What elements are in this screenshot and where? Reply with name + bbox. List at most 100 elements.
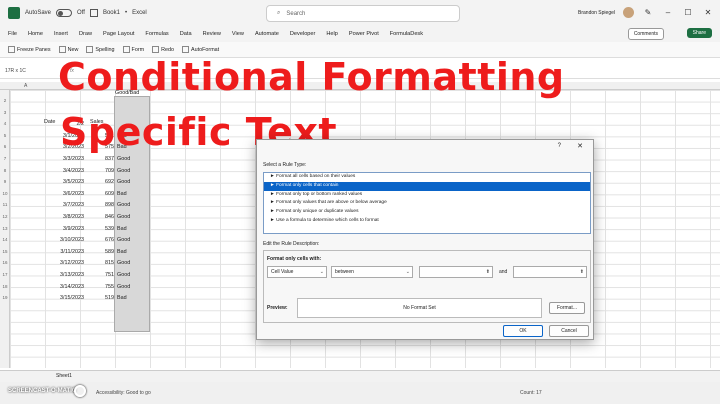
column-header-a[interactable]: A	[24, 83, 27, 89]
cell-gb[interactable]: Good	[115, 272, 130, 278]
tab-automate[interactable]: Automate	[255, 31, 279, 37]
cell-gb[interactable]: Bad	[115, 249, 127, 255]
cell-gb[interactable]: Good	[115, 179, 130, 185]
cell-gb[interactable]: Good	[115, 214, 130, 220]
operator-dropdown[interactable]: between ⌄	[331, 266, 413, 278]
range-select-icon[interactable]: ⬆	[486, 267, 490, 277]
dialog-close-icon[interactable]: ✕	[577, 142, 583, 150]
cell-gb[interactable]: Bad	[115, 295, 127, 301]
rule-item-above-below-average[interactable]: ► Format only values that are above or b…	[264, 199, 590, 208]
format-button[interactable]: Format...	[549, 302, 585, 314]
row-number[interactable]: 18	[0, 284, 10, 289]
maximize-icon[interactable]: ☐	[682, 8, 694, 17]
tab-formulas[interactable]: Formulas	[145, 31, 168, 37]
comments-button[interactable]: Comments	[627, 28, 664, 40]
cell-sales[interactable]: 676	[84, 237, 114, 243]
autoformat-button[interactable]: AutoFormat	[182, 46, 219, 53]
rule-item-top-bottom[interactable]: ► Format only top or bottom ranked value…	[264, 191, 590, 200]
close-icon[interactable]: ✕	[702, 8, 714, 17]
row-number[interactable]: 10	[0, 191, 10, 196]
cell-sales[interactable]: 692	[84, 179, 114, 185]
cell-sales[interactable]: 539	[84, 226, 114, 232]
rule-item-cells-contain[interactable]: ► Format only cells that contain	[264, 181, 590, 191]
row-number[interactable]: 7	[0, 156, 10, 161]
sheet-tab-sheet1[interactable]: Sheet1	[56, 373, 72, 379]
cell-sales[interactable]: 519	[84, 295, 114, 301]
tab-home[interactable]: Home	[28, 31, 43, 37]
tab-page-layout[interactable]: Page Layout	[103, 31, 134, 37]
tab-draw[interactable]: Draw	[79, 31, 92, 37]
cell-sales[interactable]: 898	[84, 202, 114, 208]
tab-insert[interactable]: Insert	[54, 31, 68, 37]
row-number[interactable]: 4	[0, 121, 10, 126]
row-number[interactable]: 8	[0, 168, 10, 173]
row-number[interactable]: 17	[0, 272, 10, 277]
cell-sales[interactable]: 609	[84, 191, 114, 197]
help-icon[interactable]: ?	[558, 143, 561, 149]
cell-date[interactable]: 3/8/2023	[44, 214, 84, 220]
row-number[interactable]: 2	[0, 98, 10, 103]
row-number[interactable]: 3	[0, 110, 10, 115]
cell-sales[interactable]: 751	[84, 272, 114, 278]
row-number[interactable]: 19	[0, 295, 10, 300]
row-number[interactable]: 12	[0, 214, 10, 219]
tab-help[interactable]: Help	[326, 31, 338, 37]
cell-date[interactable]: 3/4/2023	[44, 168, 84, 174]
spelling-button[interactable]: Spelling	[86, 46, 115, 53]
tab-file[interactable]: File	[8, 31, 17, 37]
tab-formuladesk[interactable]: FormulaDesk	[390, 31, 423, 37]
row-number[interactable]: 13	[0, 226, 10, 231]
cell-gb[interactable]: Bad	[115, 226, 127, 232]
row-number[interactable]: 14	[0, 237, 10, 242]
cell-sales[interactable]: 755	[84, 284, 114, 290]
row-number[interactable]: 6	[0, 144, 10, 149]
save-icon[interactable]	[89, 9, 98, 17]
cell-date[interactable]: 3/13/2023	[44, 272, 84, 278]
row-number[interactable]: 15	[0, 249, 10, 254]
range-select-icon[interactable]: ⬆	[580, 267, 584, 277]
second-value-input[interactable]: ⬆	[513, 266, 587, 278]
cell-date[interactable]: 3/15/2023	[44, 295, 84, 301]
freeze-panes-button[interactable]: Freeze Panes	[8, 46, 51, 53]
new-button[interactable]: New	[58, 46, 78, 53]
cell-date[interactable]: 3/3/2023	[44, 156, 84, 162]
cell-date[interactable]: 3/9/2023	[44, 226, 84, 232]
cell-gb[interactable]: Good	[115, 202, 130, 208]
cell-date[interactable]: 3/14/2023	[44, 284, 84, 290]
cell-date[interactable]: 3/11/2023	[44, 249, 84, 255]
redo-button[interactable]: Redo	[152, 46, 174, 53]
cell-value-dropdown[interactable]: Cell Value ⌄	[267, 266, 327, 278]
rule-item-formula[interactable]: ► Use a formula to determine which cells…	[264, 217, 590, 226]
row-number[interactable]: 5	[0, 133, 10, 138]
pen-icon[interactable]: ✎	[642, 8, 654, 17]
rule-item-all-cells[interactable]: ► Format all cells based on their values	[264, 173, 590, 182]
cell-sales[interactable]: 837	[84, 156, 114, 162]
minimize-icon[interactable]: –	[662, 8, 674, 17]
share-button[interactable]: Share	[686, 28, 712, 38]
autosave-toggle[interactable]	[56, 9, 73, 17]
cell-date[interactable]: 3/7/2023	[44, 202, 84, 208]
cell-date[interactable]: 3/10/2023	[44, 237, 84, 243]
rule-type-list[interactable]: ► Format all cells based on their values…	[263, 172, 591, 234]
first-value-input[interactable]: ⬆	[419, 266, 493, 278]
accessibility-status[interactable]: Accessibility: Good to go	[96, 390, 151, 396]
row-number[interactable]: 16	[0, 260, 10, 265]
cell-gb[interactable]: Bad	[115, 191, 127, 197]
cell-gb[interactable]: Good	[115, 237, 130, 243]
cell-sales[interactable]: 589	[84, 249, 114, 255]
row-number[interactable]: 11	[0, 202, 10, 207]
cell-gb[interactable]: Good	[115, 168, 130, 174]
cancel-button[interactable]: Cancel	[549, 325, 589, 337]
row-number[interactable]: 9	[0, 179, 10, 184]
tab-view[interactable]: View	[232, 31, 244, 37]
cell-gb[interactable]: Good	[115, 260, 130, 266]
cell-date[interactable]: 3/6/2023	[44, 191, 84, 197]
name-box[interactable]: 17R x 1C	[0, 68, 50, 74]
rule-item-unique-duplicate[interactable]: ► Format only unique or duplicate values	[264, 208, 590, 217]
form-button[interactable]: Form	[122, 46, 144, 53]
cell-gb[interactable]: Good	[115, 284, 130, 290]
tab-data[interactable]: Data	[180, 31, 192, 37]
avatar[interactable]	[623, 7, 634, 18]
cell-sales[interactable]: 815	[84, 260, 114, 266]
cell-sales[interactable]: 846	[84, 214, 114, 220]
